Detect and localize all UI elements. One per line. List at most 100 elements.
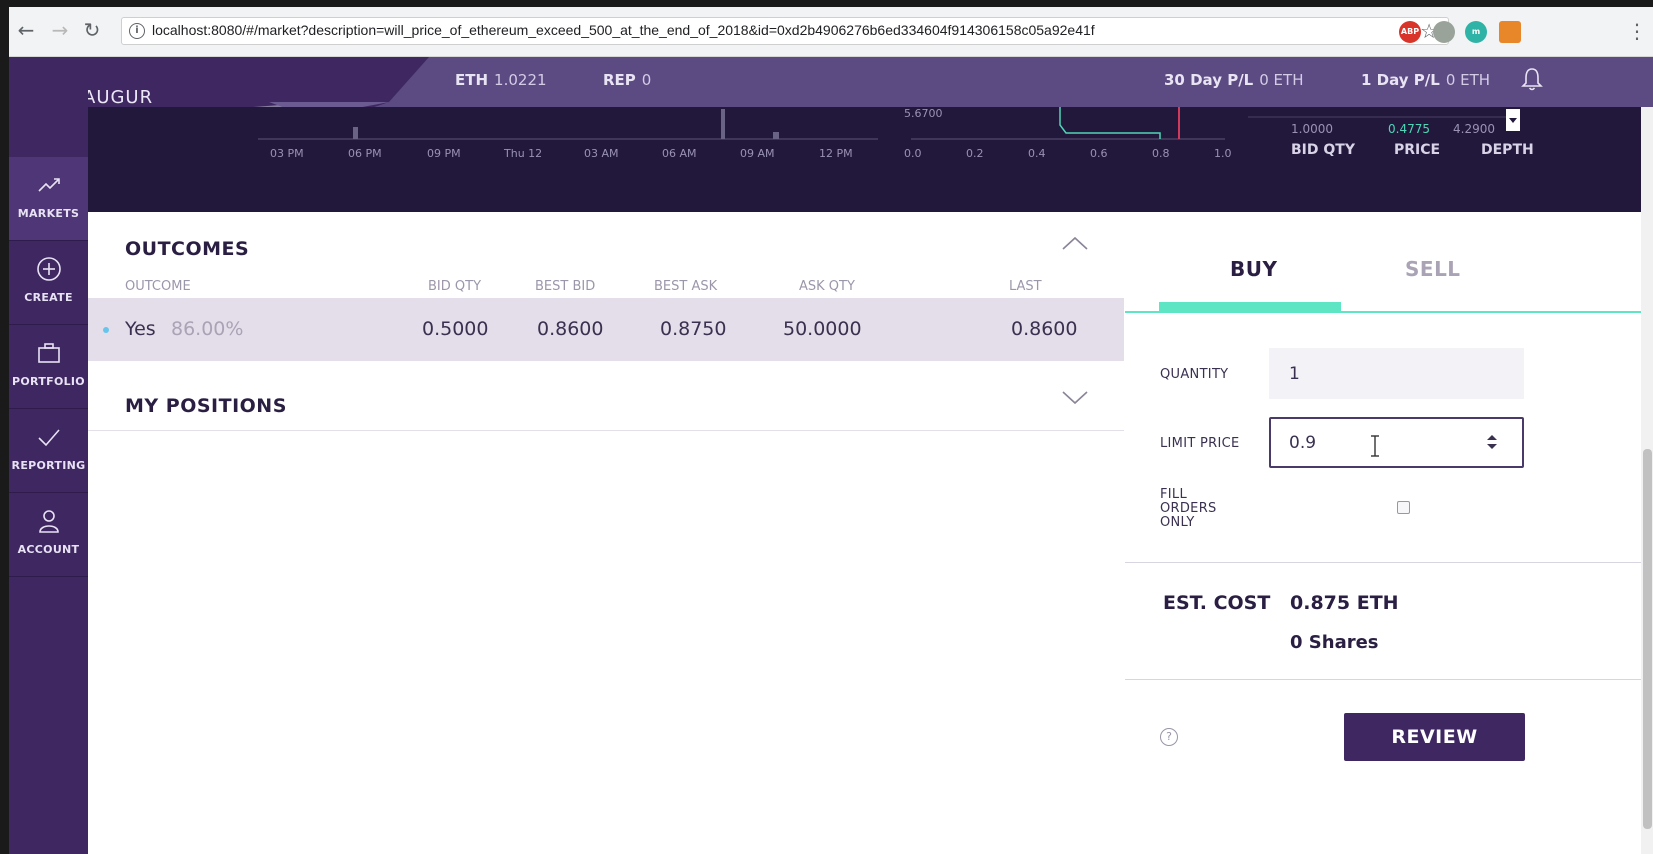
fill-orders-checkbox[interactable] — [1397, 501, 1410, 514]
forward-icon[interactable]: → — [49, 19, 71, 41]
tab-sell[interactable]: SELL — [1405, 257, 1461, 281]
sidebar-item-markets[interactable]: MARKETS — [9, 157, 88, 241]
quantity-input[interactable] — [1269, 348, 1524, 399]
col-outcome: OUTCOME — [125, 279, 191, 294]
depth-tick: 0.4 — [1028, 147, 1046, 160]
time-tick: 12 PM — [819, 147, 853, 160]
rep-value: 0 — [641, 71, 652, 89]
trade-panel: BUY SELL QUANTITY LIMIT PRICE FILL ORDER… — [1125, 212, 1653, 854]
ask-qty-value: 50.0000 — [783, 318, 862, 340]
orderbook-qty: 1.0000 — [1291, 122, 1333, 136]
back-icon[interactable]: ← — [15, 19, 37, 41]
stepper-icon[interactable] — [1485, 432, 1499, 452]
help-icon[interactable]: ? — [1160, 728, 1178, 746]
outcomes-title: OUTCOMES — [125, 238, 250, 260]
eth-balance: ETH 1.0221 — [455, 71, 547, 89]
time-tick: 09 PM — [427, 147, 461, 160]
eth-label: ETH — [455, 71, 489, 89]
outcome-percent: 86.00% — [171, 318, 244, 340]
depth-tick: 0.8 — [1152, 147, 1170, 160]
col-last: LAST — [1009, 279, 1042, 294]
time-tick: 06 AM — [662, 147, 697, 160]
sidebar-item-portfolio[interactable]: PORTFOLIO — [9, 325, 88, 409]
depth-tick: 0.6 — [1090, 147, 1108, 160]
pl1-label: 1 Day P/L — [1361, 71, 1440, 89]
orderbook-header-price: PRICE — [1394, 142, 1441, 158]
orderbook-header-qty: BID QTY — [1291, 142, 1355, 158]
orderbook-depth: 4.2900 — [1453, 122, 1495, 136]
briefcase-icon — [37, 343, 60, 363]
depth-tick: 1.0 — [1214, 147, 1232, 160]
browser-window: ← → ↻ i localhost:8080/#/market?descript… — [9, 7, 1653, 854]
est-shares: 0 Shares — [1290, 632, 1379, 653]
time-tick: 03 AM — [584, 147, 619, 160]
person-icon — [38, 510, 59, 533]
browser-menu-icon[interactable]: ⋮ — [1627, 19, 1647, 43]
col-bid-qty: BID QTY — [428, 279, 482, 294]
chevron-up-icon[interactable] — [1061, 233, 1089, 253]
sidebar-item-create[interactable]: CREATE — [9, 241, 88, 325]
time-tick: 06 PM — [348, 147, 382, 160]
best-ask-value: 0.8750 — [660, 318, 727, 340]
sidebar-item-label: PORTFOLIO — [12, 375, 85, 388]
reload-icon[interactable]: ↻ — [81, 19, 103, 41]
col-ask-qty: ASK QTY — [799, 279, 855, 294]
info-icon[interactable]: i — [129, 23, 145, 39]
selected-dot — [103, 327, 109, 333]
rep-balance: REP 0 — [603, 71, 651, 89]
scrollbar-thumb[interactable] — [1643, 449, 1652, 829]
fill-orders-label: FILL ORDERS ONLY — [1160, 488, 1217, 530]
evernote-icon[interactable] — [1433, 21, 1455, 43]
time-tick: Thu 12 — [504, 147, 543, 160]
fill-label-line: ORDERS — [1160, 501, 1217, 516]
est-cost-eth: 0.875 ETH — [1290, 592, 1399, 614]
browser-toolbar: ← → ↻ i localhost:8080/#/market?descript… — [9, 7, 1653, 57]
tab-buy[interactable]: BUY — [1230, 257, 1277, 281]
extension-fox-icon[interactable] — [1499, 21, 1521, 43]
pl30-value: 0 ETH — [1259, 71, 1304, 89]
divider — [88, 430, 1124, 431]
outcome-name: Yes — [125, 318, 156, 340]
table-row[interactable]: Yes 86.00% 0.5000 0.8600 0.8750 50.0000 … — [88, 298, 1124, 361]
url-text[interactable]: localhost:8080/#/market?description=will… — [152, 22, 1095, 38]
market-chart-strip: 03 PM 06 PM 09 PM Thu 12 03 AM 06 AM 09 … — [88, 107, 1653, 212]
limit-price-label: LIMIT PRICE — [1160, 436, 1240, 451]
fill-label-line: ONLY — [1160, 515, 1195, 530]
my-positions-title: MY POSITIONS — [125, 395, 287, 417]
pl30-label: 30 Day P/L — [1164, 71, 1254, 89]
depth-value-label: 5.6700 — [904, 107, 943, 120]
pl-30-day: 30 Day P/L 0 ETH — [1164, 71, 1303, 89]
col-best-ask: BEST ASK — [654, 279, 718, 294]
orderbook-price: 0.4775 — [1388, 122, 1430, 136]
pl-1-day: 1 Day P/L 0 ETH — [1361, 71, 1490, 89]
chevron-down-icon[interactable] — [1061, 387, 1089, 407]
fill-label-line: FILL — [1160, 487, 1187, 502]
sidebar-item-label: REPORTING — [11, 459, 86, 472]
depth-tick: 0.0 — [904, 147, 922, 160]
notification-bell-icon[interactable] — [1521, 67, 1543, 91]
pl1-value: 0 ETH — [1445, 71, 1491, 89]
text-cursor-icon — [1371, 435, 1379, 457]
divider — [1125, 679, 1653, 680]
rep-label: REP — [603, 71, 636, 89]
orderbook-header-depth: DEPTH — [1481, 142, 1534, 158]
sidebar-item-account[interactable]: ACCOUNT — [9, 493, 88, 577]
last-value: 0.8600 — [1011, 318, 1078, 340]
time-tick: 03 PM — [270, 147, 304, 160]
review-button[interactable]: REVIEW — [1344, 713, 1525, 761]
time-tick: 09 AM — [740, 147, 775, 160]
col-best-bid: BEST BID — [535, 279, 596, 294]
sidebar-item-reporting[interactable]: REPORTING — [9, 409, 88, 493]
divider — [1125, 562, 1653, 563]
sidebar-item-label: ACCOUNT — [17, 543, 80, 556]
adblock-icon[interactable]: ABP — [1399, 21, 1421, 43]
sidebar-item-label: CREATE — [24, 291, 73, 304]
depth-tick: 0.2 — [966, 147, 984, 160]
brand-name: AUGUR — [83, 87, 154, 108]
extension-m-icon[interactable]: m — [1465, 21, 1487, 43]
bid-qty-value: 0.5000 — [422, 318, 489, 340]
trend-icon — [37, 178, 60, 192]
address-bar[interactable]: i localhost:8080/#/market?description=wi… — [121, 17, 1449, 45]
quantity-label: QUANTITY — [1160, 367, 1229, 382]
sidebar-item-label: MARKETS — [17, 207, 80, 220]
